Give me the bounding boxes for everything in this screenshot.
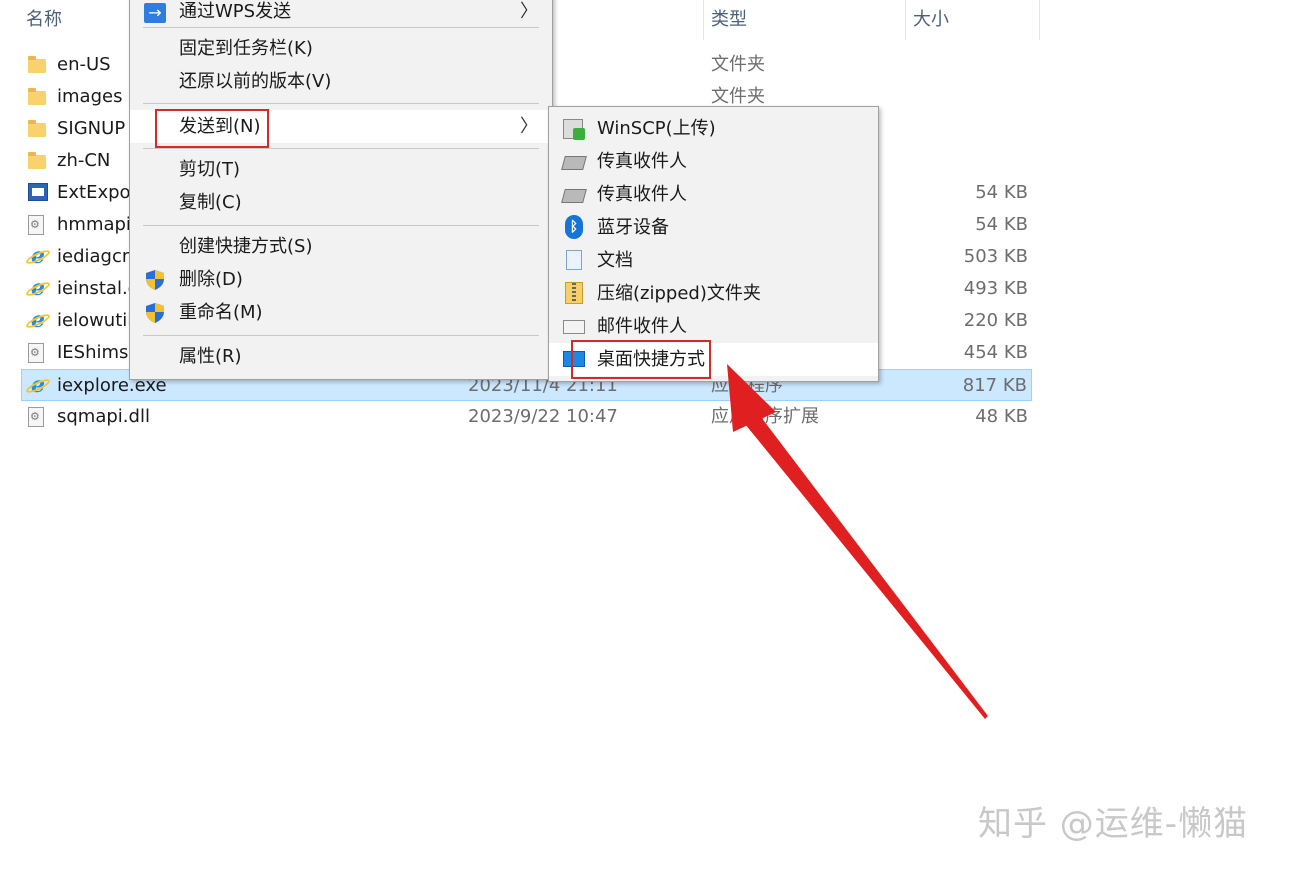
watermark: 知乎 @运维-懒猫 [978,804,1249,844]
annotation-arrow-icon [727,364,988,719]
